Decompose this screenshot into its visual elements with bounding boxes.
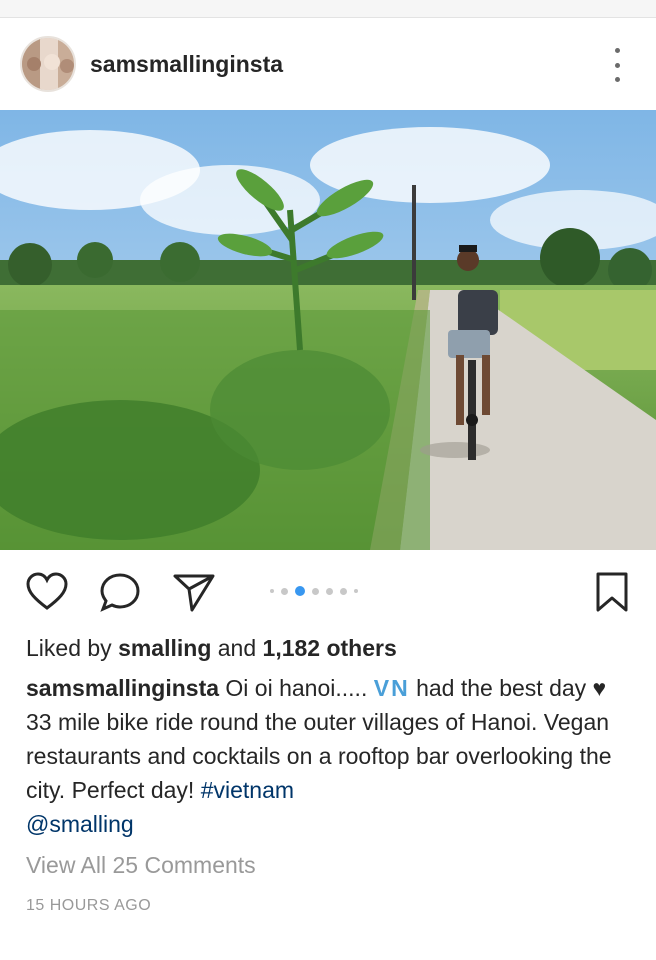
heart-icon[interactable] — [25, 570, 69, 614]
liked-user[interactable]: smalling — [118, 635, 211, 661]
caption-text: Oi oi hanoi..... — [225, 675, 368, 701]
send-icon[interactable] — [172, 570, 216, 614]
carousel-indicator — [270, 586, 358, 596]
carousel-dot — [340, 587, 347, 595]
post-username[interactable]: samsmallinginsta — [90, 51, 283, 78]
carousel-dot-active — [295, 586, 305, 596]
post-header: samsmallinginsta — [0, 18, 656, 110]
liked-prefix: Liked by — [26, 635, 112, 661]
post-actions — [0, 560, 656, 620]
carousel-dot — [326, 587, 333, 595]
caption-username[interactable]: samsmallinginsta — [26, 675, 219, 701]
carousel-dot — [281, 587, 288, 595]
liked-count[interactable]: 1,182 others — [263, 635, 397, 661]
likes-summary[interactable]: Liked by smalling and 1,182 others — [26, 635, 397, 662]
post-timestamp: 15 HOURS AGO — [26, 897, 152, 914]
status-bar — [0, 0, 656, 18]
heart-emoji-icon: ♥ — [592, 675, 607, 701]
post-photo[interactable] — [0, 110, 656, 550]
carousel-dot — [270, 589, 274, 593]
caption-text: had the best day — [416, 675, 587, 701]
avatar[interactable] — [20, 36, 76, 92]
mention-link[interactable]: @smalling — [26, 811, 134, 837]
carousel-dot — [354, 589, 358, 593]
post-caption: samsmallinginsta Oi oi hanoi..... VN had… — [26, 671, 626, 841]
bookmark-icon[interactable] — [590, 570, 634, 614]
liked-and: and — [217, 635, 257, 661]
more-vertical-icon[interactable] — [612, 48, 622, 82]
vietnam-flag-icon: VN — [373, 675, 410, 701]
caption-text: 33 mile bike ride round the outer villag… — [26, 709, 612, 803]
comment-icon[interactable] — [98, 570, 142, 614]
hashtag-link[interactable]: #vietnam — [201, 777, 294, 803]
carousel-dot — [312, 587, 319, 595]
view-comments-link[interactable]: View All 25 Comments — [26, 852, 256, 879]
